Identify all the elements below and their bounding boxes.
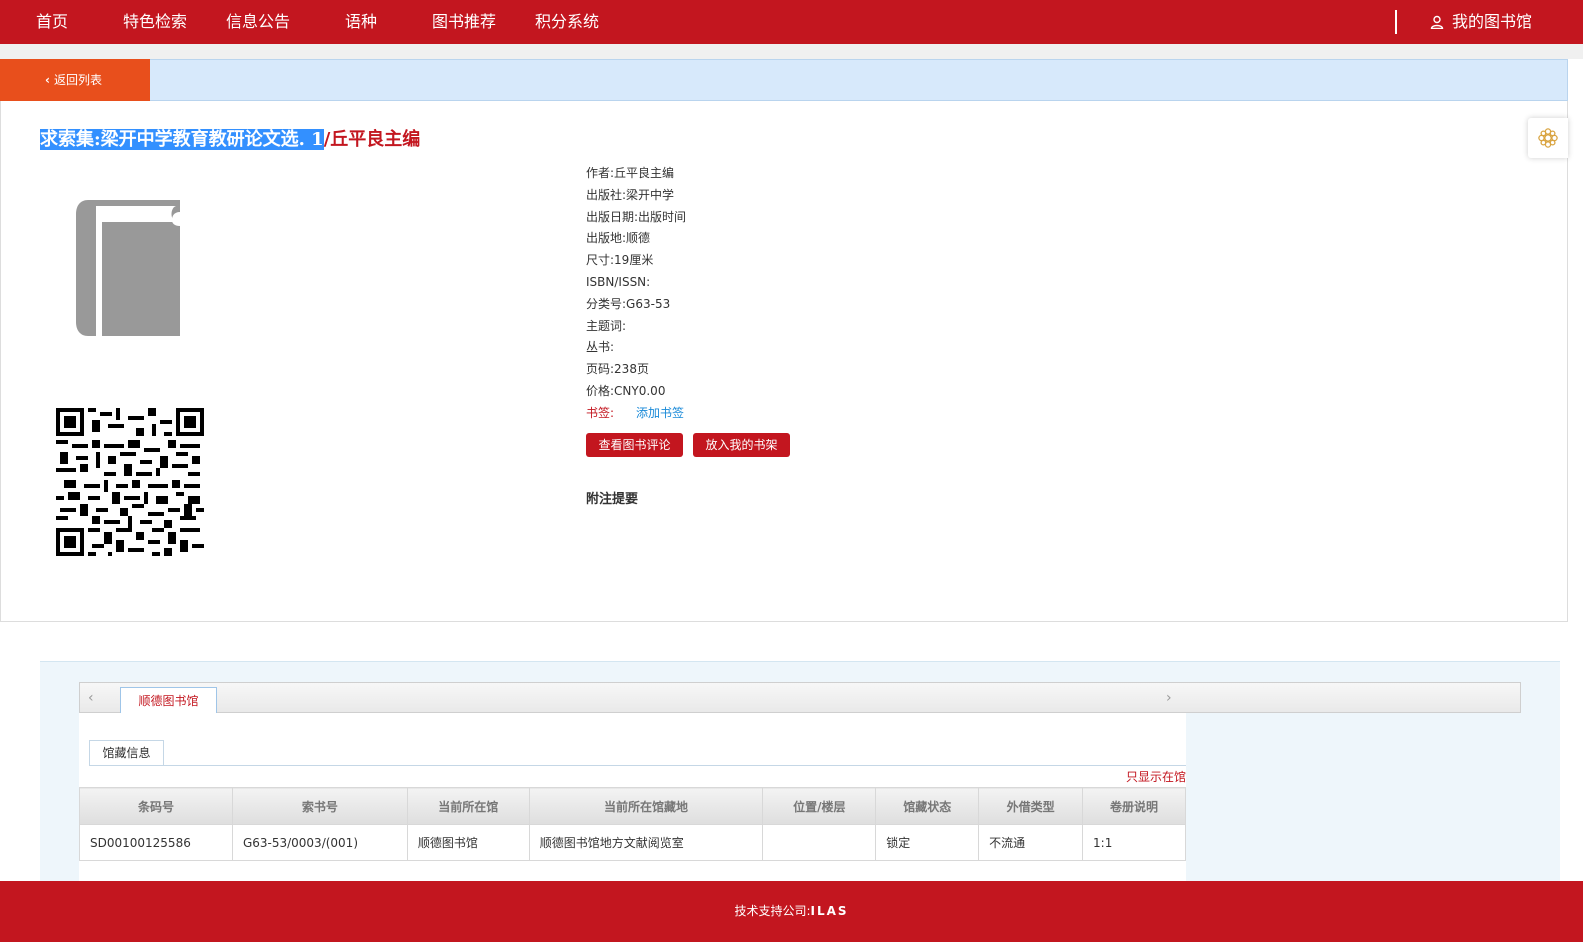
meta-label: 分类号:: [586, 296, 627, 311]
top-nav: 首页 特色检索 信息公告 语种 图书推荐 积分系统 我的图书馆: [0, 0, 1583, 44]
cell-status: 锁定: [875, 824, 980, 861]
user-icon: [1430, 15, 1444, 30]
meta-value: 丘平良主编: [614, 166, 675, 180]
meta-label: 出版社:: [586, 187, 627, 202]
book-cover-icon: [76, 200, 180, 336]
meta-size: 尺寸:19厘米: [586, 250, 686, 272]
title-main: 求索集:梁开中学教育教研论文选. 1: [40, 129, 324, 150]
nav-divider: [1395, 10, 1397, 34]
nav-points-system[interactable]: 积分系统: [535, 0, 599, 44]
cell-loan-type: 不流通: [978, 824, 1084, 861]
meta-value: CNY0.00: [614, 383, 666, 398]
cell-barcode: SD00100125586: [79, 824, 233, 861]
tab-next-icon[interactable]: ›: [1166, 690, 1172, 706]
col-loan-type: 外借类型: [978, 787, 1084, 825]
nav-spacer: [0, 44, 1583, 59]
meta-pages: 页码:238页: [586, 359, 686, 381]
col-status: 馆藏状态: [875, 787, 980, 825]
meta-author: 作者:丘平良主编: [586, 163, 686, 185]
book-detail-panel: [0, 101, 1568, 622]
cell-callno: G63-53/0003/(001): [231, 824, 408, 861]
nav-announcements[interactable]: 信息公告: [226, 0, 290, 44]
col-library: 当前所在馆: [406, 787, 530, 825]
meta-label: 价格:: [586, 383, 615, 398]
nav-languages[interactable]: 语种: [345, 0, 377, 44]
float-tool-button[interactable]: [1528, 118, 1568, 158]
footer-label: 技术支持公司:: [734, 904, 811, 918]
meta-subject: 主题词:: [586, 316, 686, 338]
meta-label: 尺寸:: [586, 253, 615, 268]
nav-book-recommend[interactable]: 图书推荐: [432, 0, 496, 44]
table-header-row: 条码号 索书号 当前所在馆 当前所在馆藏地 位置/楼层 馆藏状态 外借类型 卷册…: [79, 787, 1186, 825]
col-volume: 卷册说明: [1082, 787, 1186, 825]
cell-library: 顺德图书馆: [406, 824, 530, 861]
meta-value: 19厘米: [614, 253, 654, 268]
nav-special-search[interactable]: 特色检索: [123, 0, 187, 44]
col-callno: 索书号: [231, 787, 408, 825]
chevron-left-icon: ‹: [45, 73, 50, 87]
footer: 技术支持公司:ILAS: [0, 881, 1583, 942]
my-library-label: 我的图书馆: [1452, 12, 1533, 31]
back-button-label: 返回列表: [53, 73, 102, 87]
cell-floor: [762, 824, 877, 861]
table-row: SD00100125586 G63-53/0003/(001) 顺德图书馆 顺德…: [79, 824, 1186, 861]
meta-bookmark: 书签: 添加书签: [586, 403, 686, 425]
meta-value: 出版时间: [638, 209, 687, 224]
tab-prev-icon[interactable]: ‹: [88, 690, 94, 706]
meta-series: 丛书:: [586, 337, 686, 359]
my-library-link[interactable]: 我的图书馆: [1430, 0, 1532, 44]
meta-label: 作者:: [586, 166, 615, 180]
meta-pub-place: 出版地:顺德: [586, 228, 686, 250]
bookmark-label: 书签:: [586, 405, 615, 420]
view-reviews-button[interactable]: 查看图书评论: [586, 433, 683, 457]
only-in-library-link[interactable]: 只显示在馆: [1126, 768, 1186, 785]
add-to-shelf-button[interactable]: 放入我的书架: [693, 433, 790, 457]
col-floor: 位置/楼层: [762, 787, 877, 825]
tab-library[interactable]: 顺德图书馆: [120, 687, 217, 713]
meta-label: 主题词:: [586, 318, 627, 333]
book-metadata: 作者:丘平良主编 出版社:梁开中学 出版日期:出版时间 出版地:顺德 尺寸:19…: [586, 163, 686, 425]
meta-value: 顺德: [626, 231, 651, 246]
meta-label: 页码:: [586, 362, 615, 377]
breadcrumb-bar: [0, 59, 1568, 101]
cell-volume: 1:1: [1082, 824, 1186, 861]
add-bookmark-link[interactable]: 添加书签: [636, 406, 684, 420]
nav-home[interactable]: 首页: [36, 0, 68, 44]
meta-value: 梁开中学: [626, 187, 675, 202]
meta-price: 价格:CNY0.00: [586, 381, 686, 403]
flower-icon: [1538, 128, 1558, 148]
meta-pub-date: 出版日期:出版时间: [586, 207, 686, 229]
library-tabstrip: [79, 682, 1521, 713]
holdings-table: 条码号 索书号 当前所在馆 当前所在馆藏地 位置/楼层 馆藏状态 外借类型 卷册…: [79, 787, 1186, 861]
meta-label: ISBN/ISSN:: [586, 274, 651, 289]
col-barcode: 条码号: [79, 787, 233, 825]
meta-isbn: ISBN/ISSN:: [586, 272, 686, 294]
meta-publisher: 出版社:梁开中学: [586, 185, 686, 207]
remark-heading: 附注提要: [586, 492, 639, 507]
footer-company: ILAS: [810, 904, 849, 918]
meta-classification: 分类号:G63-53: [586, 294, 686, 316]
subtab-divider: [89, 765, 1186, 766]
meta-label: 出版日期:: [586, 209, 639, 224]
qr-code-image: [56, 408, 204, 556]
meta-value: G63-53: [626, 296, 671, 311]
title-responsibility: /丘平良主编: [323, 129, 421, 150]
meta-value: 238页: [614, 362, 649, 377]
tab-holdings-info[interactable]: 馆藏信息: [89, 740, 164, 765]
page-title: 求索集:梁开中学教育教研论文选. 1/丘平良主编: [40, 125, 420, 151]
meta-label: 丛书:: [586, 340, 615, 355]
meta-label: 出版地:: [586, 231, 627, 246]
cell-location: 顺德图书馆地方文献阅览室: [528, 824, 764, 861]
col-location: 当前所在馆藏地: [528, 787, 764, 825]
back-to-list-button[interactable]: ‹ 返回列表: [0, 59, 150, 101]
